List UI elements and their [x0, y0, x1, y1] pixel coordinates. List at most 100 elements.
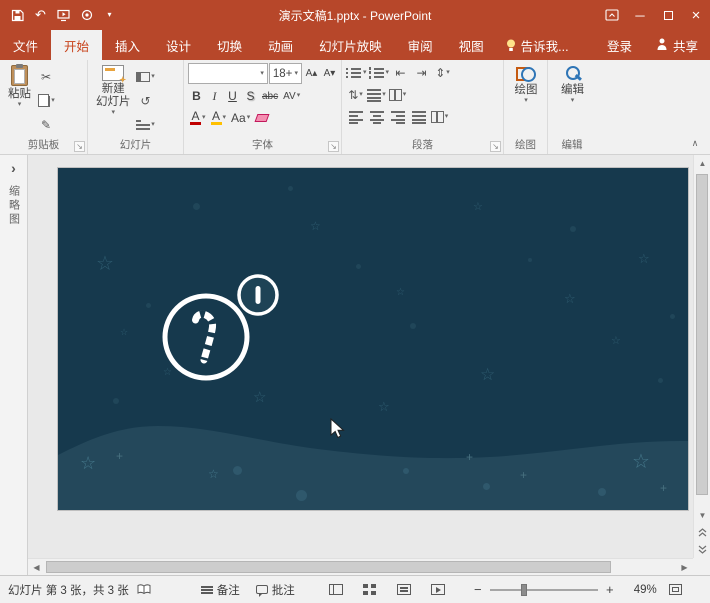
dialog-launcher-icon: ↘: [76, 142, 83, 151]
strikethrough-button[interactable]: abc: [260, 86, 280, 106]
align-right-button[interactable]: [388, 107, 407, 127]
tab-animations[interactable]: 动画: [255, 30, 306, 60]
sign-in-button[interactable]: 登录: [595, 30, 644, 60]
vertical-scrollbar[interactable]: ▲ ▼: [693, 155, 710, 558]
customize-quick-access-button[interactable]: ▾: [99, 3, 120, 27]
format-painter-button[interactable]: ✎: [35, 114, 57, 136]
reset-slide-button[interactable]: ↺: [135, 90, 157, 112]
tell-me-box[interactable]: 告诉我...: [497, 30, 578, 60]
text-direction-button[interactable]: ⇅▾: [346, 85, 365, 105]
comments-button[interactable]: 批注: [256, 582, 295, 598]
scroll-right-button[interactable]: ▶: [676, 559, 693, 576]
text-shadow-button[interactable]: S: [242, 86, 259, 106]
italic-button[interactable]: I: [206, 86, 223, 106]
change-case-button[interactable]: Aa▾: [229, 108, 252, 128]
close-icon: ×: [692, 7, 701, 24]
bold-button[interactable]: B: [188, 86, 205, 106]
slide-sorter-view-button[interactable]: [359, 580, 381, 600]
share-button[interactable]: 共享: [644, 30, 710, 60]
circle-badge-graphic[interactable]: [239, 276, 277, 314]
align-center-button[interactable]: [367, 107, 386, 127]
decrease-indent-button[interactable]: ⇤: [391, 63, 410, 83]
touch-mode-icon: [81, 9, 93, 21]
numbering-button[interactable]: ▾: [369, 63, 390, 83]
previous-slide-button[interactable]: [694, 524, 710, 541]
chevron-down-icon: ▾: [445, 113, 449, 121]
tab-insert[interactable]: 插入: [102, 30, 153, 60]
font-name-combo[interactable]: ▾: [188, 63, 268, 84]
bullets-button[interactable]: ▾: [346, 63, 367, 83]
notes-button[interactable]: 备注: [201, 582, 240, 598]
tab-review[interactable]: 审阅: [395, 30, 446, 60]
thumbnail-pane-label[interactable]: 缩略图: [6, 185, 22, 227]
justify-button[interactable]: [409, 107, 428, 127]
tab-file[interactable]: 文件: [0, 30, 51, 60]
reading-view-button[interactable]: [393, 580, 415, 600]
candy-cane-graphic[interactable]: [165, 296, 247, 378]
slideshow-view-button[interactable]: [427, 580, 449, 600]
character-spacing-button[interactable]: AV▾: [281, 86, 302, 106]
font-size-combo[interactable]: 18+ ▾: [269, 63, 302, 84]
zoom-percentage[interactable]: 49%: [623, 584, 657, 596]
undo-button[interactable]: ↶: [30, 3, 51, 27]
copy-button[interactable]: ▾: [35, 90, 57, 112]
tab-transitions[interactable]: 切换: [204, 30, 255, 60]
tab-slideshow[interactable]: 幻灯片放映: [306, 30, 395, 60]
scroll-left-button[interactable]: ◀: [28, 559, 45, 576]
tab-view[interactable]: 视图: [446, 30, 497, 60]
collapse-ribbon-button[interactable]: ∧: [685, 136, 705, 151]
start-slideshow-button[interactable]: [53, 3, 74, 27]
clear-formatting-button[interactable]: [253, 108, 270, 128]
align-left-button[interactable]: [346, 107, 365, 127]
close-button[interactable]: ×: [682, 0, 710, 30]
text-highlight-button[interactable]: A ▾: [209, 108, 229, 128]
shrink-font-button[interactable]: A▾: [321, 64, 338, 84]
ribbon-display-options-button[interactable]: [598, 0, 626, 30]
clipboard-dialog-launcher[interactable]: ↘: [74, 141, 85, 152]
tab-home[interactable]: 开始: [51, 30, 102, 60]
font-color-button[interactable]: A ▾: [188, 108, 208, 128]
editing-button[interactable]: 编辑 ▾: [552, 63, 593, 138]
section-button[interactable]: ▾: [135, 114, 157, 136]
minimize-button[interactable]: ─: [626, 0, 654, 30]
paragraph-dialog-launcher[interactable]: ↘: [490, 141, 501, 152]
slide-layout-button[interactable]: ▾: [135, 66, 157, 88]
slide[interactable]: ☆ ☆ ☆ ☆ ☆ ☆ ☆ ☆ ☆ ☆ ☆ ☆ ☆ ☆ ☆: [58, 168, 688, 510]
slide-counter[interactable]: 幻灯片 第 3 张，共 3 张: [8, 582, 129, 598]
line-spacing-button[interactable]: ⇕▾: [433, 63, 452, 83]
grow-font-button[interactable]: A▴: [303, 64, 320, 84]
font-color-letter: A: [191, 111, 199, 122]
normal-view-button[interactable]: [325, 580, 347, 600]
horizontal-scroll-thumb[interactable]: [46, 561, 611, 573]
save-button[interactable]: [7, 3, 28, 27]
expand-pane-icon[interactable]: ›: [11, 161, 16, 175]
zoom-slider[interactable]: [490, 582, 598, 598]
sparkle-icon: +: [116, 450, 123, 462]
thumbnail-pane-collapsed[interactable]: › 缩略图: [0, 155, 28, 575]
fit-slide-to-window-button[interactable]: [669, 584, 682, 595]
vertical-scroll-thumb[interactable]: [696, 174, 708, 495]
spell-check-status[interactable]: [137, 584, 151, 595]
zoom-out-button[interactable]: −: [471, 582, 485, 597]
zoom-slider-thumb[interactable]: [521, 584, 527, 596]
scroll-down-button[interactable]: ▼: [694, 507, 710, 524]
drawing-button[interactable]: 绘图 ▾: [508, 63, 544, 138]
tab-slideshow-label: 幻灯片放映: [319, 36, 382, 55]
maximize-button[interactable]: [654, 0, 682, 30]
horizontal-scrollbar[interactable]: ◀ ▶: [28, 558, 693, 575]
tab-design[interactable]: 设计: [153, 30, 204, 60]
touch-mode-button[interactable]: [76, 3, 97, 27]
cut-button[interactable]: ✂: [35, 66, 57, 88]
underline-button[interactable]: U: [224, 86, 241, 106]
paste-button[interactable]: 粘贴 ▾: [4, 63, 35, 138]
align-text-button[interactable]: ▾: [367, 85, 386, 105]
increase-indent-button[interactable]: ⇥: [412, 63, 431, 83]
new-slide-button[interactable]: 新建 幻灯片 ▾: [92, 63, 135, 138]
columns-button[interactable]: ▾: [388, 85, 407, 105]
convert-smartart-button[interactable]: ▾: [430, 107, 449, 127]
zoom-in-button[interactable]: +: [603, 582, 617, 597]
paragraph-group-label: 段落: [342, 137, 503, 152]
scroll-up-button[interactable]: ▲: [694, 155, 710, 172]
font-dialog-launcher[interactable]: ↘: [328, 141, 339, 152]
next-slide-button[interactable]: [694, 541, 710, 558]
